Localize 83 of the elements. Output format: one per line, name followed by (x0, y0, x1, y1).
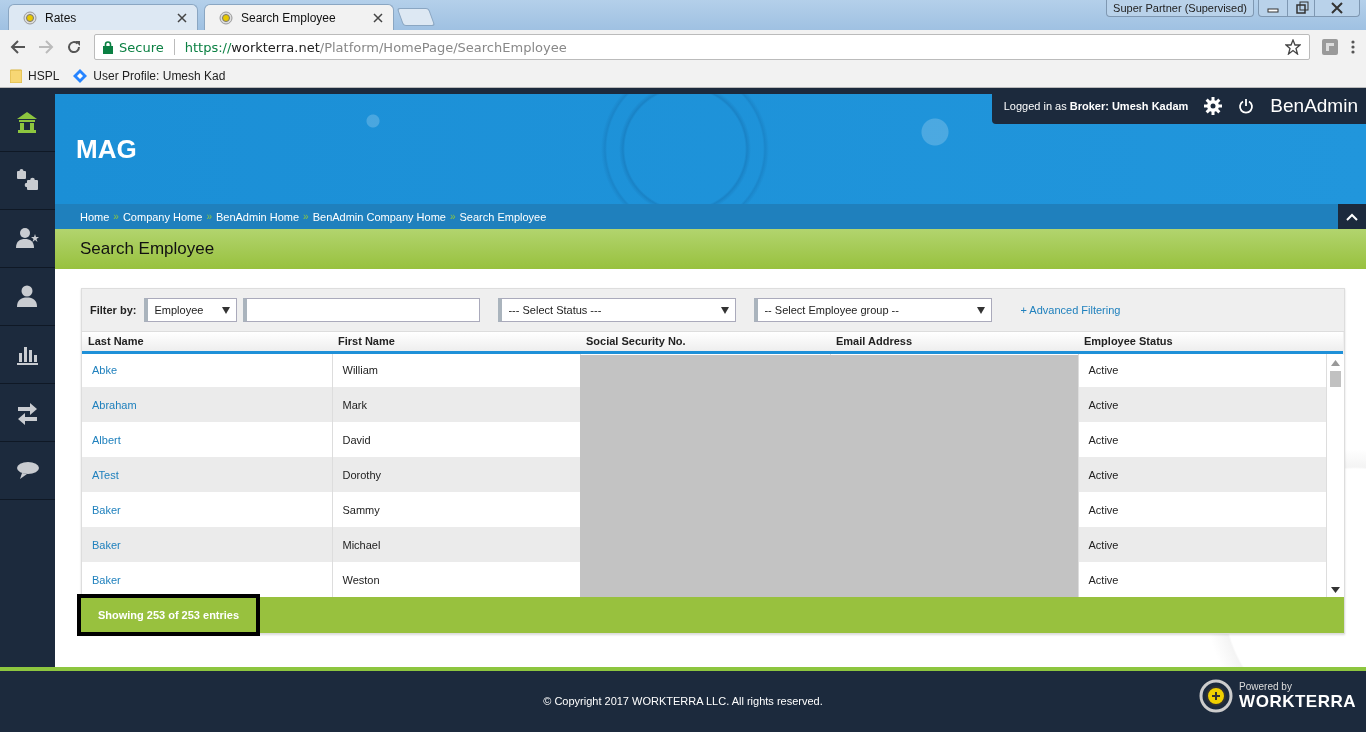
column-header[interactable]: Social Security No. (580, 332, 830, 352)
entries-summary: Showing 253 of 253 entries (77, 594, 260, 636)
breadcrumb-link[interactable]: BenAdmin Company Home (312, 210, 446, 223)
advanced-filtering-link[interactable]: + Advanced Filtering (1020, 304, 1121, 316)
column-header[interactable]: First Name (332, 332, 580, 352)
address-bar[interactable]: Secure https://workterra.net/Platform/HomePage/SearchEmployee (94, 34, 1310, 60)
power-icon[interactable] (1238, 98, 1255, 114)
column-header[interactable]: Email Address (830, 332, 1078, 352)
breadcrumb-link[interactable]: Company Home (122, 210, 203, 223)
filter-label: Filter by: (90, 304, 137, 316)
field-dropdown[interactable]: Employee (144, 298, 238, 322)
table-cell: Active (1078, 422, 1326, 457)
caret-icon (721, 306, 730, 314)
site-logo-icon (219, 10, 233, 25)
settings-icon[interactable] (1204, 97, 1223, 115)
scroll-up-icon (1331, 360, 1340, 366)
scrollbar[interactable] (1327, 355, 1344, 597)
search-field[interactable] (243, 298, 481, 322)
table-cell: William (332, 352, 580, 387)
powered-by-label: Powered by (1239, 680, 1293, 692)
lock-icon (103, 40, 113, 54)
breadcrumb-separator: » (303, 211, 309, 222)
scroll-down-icon (1331, 587, 1340, 593)
employee-link[interactable]: ATest (82, 457, 332, 492)
user-star-icon[interactable] (15, 226, 40, 251)
close-icon[interactable] (373, 12, 383, 23)
bookmark[interactable]: User Profile: Umesh Kad (73, 68, 226, 83)
table-cell: Mark (332, 387, 580, 422)
table-cell: Michael (332, 527, 580, 562)
breadcrumb-separator: » (449, 211, 456, 222)
profile-button[interactable]: Super Partner (Supervised) (1106, 0, 1254, 17)
breadcrumb-separator: » (113, 211, 119, 222)
browser-tab[interactable]: Rates (8, 4, 198, 30)
column-header[interactable]: Last Name (82, 332, 332, 352)
breadcrumb-separator: » (206, 211, 212, 222)
url-text: https://workterra.net/Platform/HomePage/SearchEmployee (184, 39, 567, 55)
folder-icon (10, 68, 22, 83)
reload-icon[interactable] (66, 39, 82, 55)
table-cell: Active (1078, 457, 1326, 492)
star-icon[interactable] (1285, 39, 1301, 55)
table-cell: Active (1078, 387, 1326, 422)
menu-icon[interactable] (1350, 39, 1356, 55)
table-cell: Active (1078, 562, 1326, 597)
caret-icon (222, 306, 231, 314)
table-cell: Active (1078, 492, 1326, 527)
close-icon[interactable] (177, 12, 187, 23)
company-name: MAG (76, 133, 137, 165)
browser-tab[interactable]: Search Employee (204, 4, 394, 30)
employee-link[interactable]: Abraham (82, 387, 332, 422)
caret-icon (977, 306, 986, 314)
app-name: BenAdmin (1270, 95, 1358, 117)
user-icon[interactable] (15, 284, 40, 309)
transfer-icon[interactable] (15, 400, 40, 425)
column-header[interactable]: Employee Status (1078, 332, 1326, 352)
employee-link[interactable]: Baker (82, 492, 332, 527)
diamond-icon (73, 68, 88, 83)
scrollbar-thumb[interactable] (1330, 371, 1341, 387)
table-cell: Active (1078, 527, 1326, 562)
employee-link[interactable]: Albert (82, 422, 332, 457)
status-dropdown[interactable]: --- Select Status --- (498, 298, 737, 322)
login-info: Logged in as Broker: Umesh Kadam (1003, 100, 1189, 112)
page-title: Search Employee (55, 229, 1366, 269)
breadcrumb-link[interactable]: Home (80, 210, 110, 223)
back-arrow-icon[interactable] (10, 39, 26, 55)
table-cell: David (332, 422, 580, 457)
collapse-button[interactable] (1338, 204, 1366, 229)
brand-logo-icon (1199, 679, 1234, 713)
secure-label: Secure (119, 39, 164, 55)
puzzle-icon[interactable] (15, 168, 40, 193)
table-cell: Weston (332, 562, 580, 597)
employee-link[interactable]: Abke (82, 352, 332, 387)
site-logo-icon (23, 10, 37, 25)
employee-link[interactable]: Baker (82, 562, 332, 597)
copyright-text: © Copyright 2017 WORKTERRA LLC. All rights reserved. (543, 695, 823, 707)
employee-link[interactable]: Baker (82, 527, 332, 562)
breadcrumb-link[interactable]: BenAdmin Home (215, 210, 300, 223)
table-cell: Dorothy (332, 457, 580, 492)
brand-name: WORKTERRA (1239, 691, 1356, 712)
table-cell: Active (1078, 352, 1326, 387)
employee-group-dropdown[interactable]: -- Select Employee group -- (754, 298, 993, 322)
table-cell: Sammy (332, 492, 580, 527)
caret-icon (1346, 212, 1358, 221)
bookmark[interactable]: HSPL (10, 68, 60, 83)
